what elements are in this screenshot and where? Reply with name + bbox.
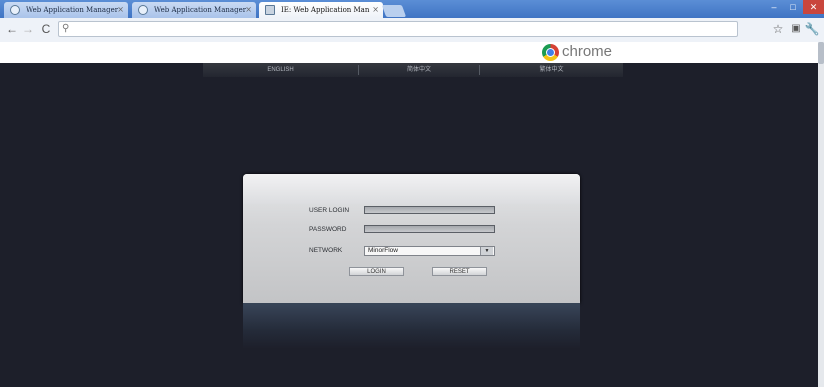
new-tab-button[interactable]	[381, 5, 407, 17]
tab-label: Web Application Manager	[26, 6, 119, 14]
tab-strip: Web Application Manager × Web Applicatio…	[0, 0, 824, 18]
search-icon: ⚲	[62, 23, 70, 34]
browser-toolbar: ← → C ⚲ ☆ ▣ 🔧	[0, 18, 824, 43]
network-label: NETWORK	[309, 247, 343, 254]
language-bar: ENGLISH 简体中文 繁体中文	[203, 63, 623, 77]
globe-icon	[138, 5, 148, 15]
close-icon[interactable]: ×	[117, 2, 124, 18]
login-panel: USER LOGIN PASSWORD NETWORK MinorFlow ▼ …	[243, 174, 580, 303]
network-select[interactable]: MinorFlow ▼	[364, 246, 495, 256]
lang-english-link[interactable]: ENGLISH	[203, 63, 358, 77]
page-icon[interactable]: ▣	[788, 21, 804, 37]
scrollbar-thumb[interactable]	[818, 42, 824, 64]
address-bar[interactable]: ⚲	[58, 21, 738, 37]
wrench-icon[interactable]: 🔧	[804, 21, 820, 37]
lang-traditional-chinese-link[interactable]: 繁体中文	[480, 63, 623, 77]
page-icon	[265, 5, 275, 15]
panel-reflection	[243, 303, 580, 349]
tab-label: IE: Web Application Man	[281, 6, 370, 14]
maximize-button[interactable]: □	[784, 0, 802, 14]
tab-label: Web Application Manager	[154, 6, 247, 14]
close-icon[interactable]: ×	[372, 2, 379, 18]
login-button[interactable]: LOGIN	[349, 267, 404, 276]
user-login-label: USER LOGIN	[309, 207, 350, 214]
user-login-input[interactable]	[364, 206, 495, 214]
close-icon[interactable]: ×	[245, 2, 252, 18]
minimize-button[interactable]: –	[765, 0, 783, 14]
reset-button[interactable]: RESET	[432, 267, 487, 276]
forward-icon[interactable]: →	[20, 21, 36, 37]
brand-wordmark: chrome	[562, 43, 613, 60]
star-icon[interactable]: ☆	[770, 21, 786, 37]
password-label: PASSWORD	[309, 226, 347, 233]
chevron-down-icon[interactable]: ▼	[480, 247, 493, 255]
chrome-logo-icon	[542, 44, 559, 61]
tab-web-application-manager-1[interactable]: Web Application Manager ×	[4, 2, 128, 18]
lang-simplified-chinese-link[interactable]: 简体中文	[359, 63, 479, 77]
back-icon[interactable]: ←	[4, 21, 20, 37]
vertical-scrollbar[interactable]	[818, 42, 824, 387]
globe-icon	[10, 5, 20, 15]
password-input[interactable]	[364, 225, 495, 233]
tab-ie-web-application-manager[interactable]: IE: Web Application Man ×	[259, 2, 383, 18]
page-content: ENGLISH 简体中文 繁体中文 USER LOGIN PASSWORD NE…	[0, 63, 818, 387]
close-window-button[interactable]: ✕	[803, 0, 824, 14]
reload-icon[interactable]: C	[38, 21, 54, 37]
network-select-value: MinorFlow	[368, 247, 398, 254]
tab-web-application-manager-2[interactable]: Web Application Manager ×	[132, 2, 256, 18]
login-panel-header	[243, 174, 580, 204]
brand-band: chrome	[0, 42, 818, 63]
